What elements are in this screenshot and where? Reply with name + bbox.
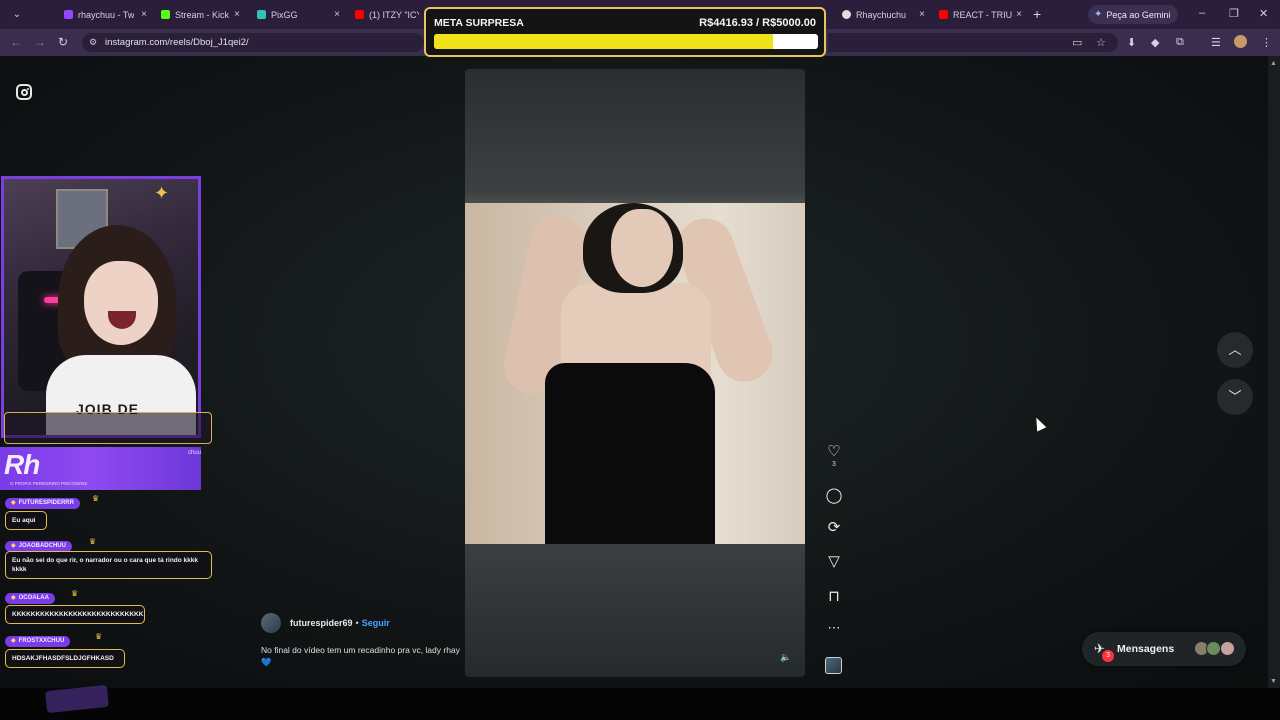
like-count: 3 [832,461,836,468]
goal-progress-track [434,34,818,49]
bookmark-icon: ⊓ [828,588,840,605]
like-button[interactable]: ♡ 3 [820,442,848,468]
banner-logo: Rh [4,449,40,480]
chat-message: HDSAKJFHASDFSLDJGFHKASD [5,649,125,668]
close-icon[interactable]: × [1013,9,1025,20]
mute-speaker-icon[interactable]: 🔈 [780,652,791,663]
crown-icon: ♛ [71,589,79,598]
more-icon: ⋯ [827,620,841,635]
close-icon[interactable]: × [138,9,150,20]
close-icon[interactable]: × [331,9,343,20]
extension-diamond-icon[interactable]: ◆ [1151,36,1159,49]
author-avatar[interactable] [261,613,281,633]
donation-goal: META SURPRESA R$4416.93 / R$5000.00 [424,7,826,57]
kick-icon [161,10,170,19]
address-bar[interactable]: ⚙ instagram.com/reels/Dboj_J1qei2/ [82,33,424,52]
tab-rhaychuchu[interactable]: Rhaychuchu × [842,4,928,25]
next-reel-button[interactable]: ﹀ [1217,379,1253,415]
repost-icon: ⟳ [827,519,841,536]
restore-icon[interactable]: ❐ [1229,7,1239,20]
chat-username: ◆ OCOALAA [5,593,55,604]
badge-icon: ◆ [11,543,16,549]
forward-arrow-icon[interactable]: → [34,35,46,49]
cast-icon[interactable]: ▭ [1072,36,1082,49]
reel-photo [465,203,805,544]
download-icon[interactable]: ⬇ [1127,36,1136,49]
heart-icon: ♡ [827,443,841,460]
stream-banner: Rh O PROFIS PEREGRINO PSICOSENS chuu [0,447,201,490]
scroll-up-icon[interactable]: ▲ [1270,60,1277,67]
tab-kick[interactable]: Stream - Kick × [161,4,243,25]
chevron-up-icon: ︿ [1228,342,1242,357]
chat-message: KKKKKKKKKKKKKKKKKKKKKKKKKKKK [5,605,145,624]
youtube-icon [939,10,948,19]
avatar [1206,641,1221,656]
close-icon[interactable]: × [231,9,243,20]
chat-bubble-frame [4,412,212,444]
reel-caption: No final do vídeo tem um recadinho pra v… [261,645,460,667]
share-button[interactable]: ▽ [820,552,848,570]
pixgg-icon [257,10,266,19]
goal-value: R$4416.93 / R$5000.00 [699,17,816,29]
messages-badge: 3 [1102,650,1114,662]
site-info-icon[interactable]: ⚙ [89,37,97,48]
comment-button[interactable]: ◯ [820,486,848,504]
gemini-sparkle-icon: ✦ [1094,9,1103,20]
goal-progress-fill [434,34,774,49]
extensions-puzzle-icon[interactable]: ⧉ [1176,36,1184,49]
window-close-icon[interactable]: ✕ [1259,7,1268,20]
star-sticker-icon: ✦ [154,183,170,203]
goal-title: META SURPRESA [434,17,524,29]
scroll-down-icon[interactable]: ▼ [1270,678,1277,685]
reel-video[interactable] [465,69,805,677]
instagram-logo-icon[interactable] [16,84,32,100]
address-bar-end: ▭ ☆ [828,33,1118,52]
reload-icon[interactable]: ↻ [58,35,68,49]
chat-message: Eu não sei do que rir, o narrador ou o c… [5,551,212,579]
badge-icon: ◆ [11,500,16,506]
save-button[interactable]: ⊓ [820,587,848,605]
menu-dots-icon[interactable]: ⋮ [1261,36,1272,49]
share-icon: ▽ [828,553,840,570]
youtube-icon [355,10,364,19]
tab-youtube-react[interactable]: REACT - TRIU × [939,4,1025,25]
profile-avatar[interactable] [1234,35,1247,48]
audio-thumbnail[interactable] [825,657,842,674]
chevron-down-icon: ﹀ [1228,389,1242,404]
tab-search-icon[interactable]: ⌄ [10,8,24,22]
globe-icon [842,10,851,19]
tab-groups-icon[interactable]: ☰ [1211,36,1221,49]
gemini-button[interactable]: ✦ Peça ao Gemini [1088,5,1179,24]
crown-icon: ♛ [95,632,103,641]
chat-username: ◆ FROSTXXCHUU [5,636,71,647]
twitch-icon [64,10,73,19]
messages-button[interactable]: ✈ 3 Mensagens [1082,632,1246,666]
previous-reel-button[interactable]: ︿ [1217,332,1253,368]
chat-message: Eu aqui [5,511,47,530]
bottom-strip [0,688,1280,720]
tab-pixgg[interactable]: PixGG × [257,4,343,25]
badge-icon: ◆ [11,638,16,644]
crown-icon: ♛ [92,494,100,503]
chat-username: ◆ FUTURESPIDERRR [5,498,80,509]
tab-twitch[interactable]: rhaychuu - Tw × [64,4,150,25]
tab-youtube-itzy[interactable]: (1) ITZY "ICY" [355,4,419,25]
back-arrow-icon[interactable]: ← [10,35,22,49]
repost-button[interactable]: ⟳ [820,518,848,536]
bookmark-star-icon[interactable]: ☆ [1096,36,1106,49]
webcam-overlay: JOIB DE ✦ [1,176,201,438]
comment-icon: ◯ [825,487,843,504]
minimize-icon[interactable]: – [1199,7,1205,19]
avatar [1220,641,1235,656]
page-scrollbar[interactable]: ▲ ▼ [1268,56,1280,688]
follow-button[interactable]: Seguir [362,618,390,628]
author-username[interactable]: futurespider69 [290,618,353,628]
more-options-button[interactable]: ⋯ [820,620,848,636]
url-text[interactable]: instagram.com/reels/Dboj_J1qei2/ [105,37,249,48]
reel-author: futurespider69 • Seguir [261,613,390,633]
badge-icon: ◆ [11,595,16,601]
new-tab-plus-icon[interactable]: + [1033,6,1041,22]
close-icon[interactable]: × [916,9,928,20]
crown-icon: ♛ [89,537,97,546]
